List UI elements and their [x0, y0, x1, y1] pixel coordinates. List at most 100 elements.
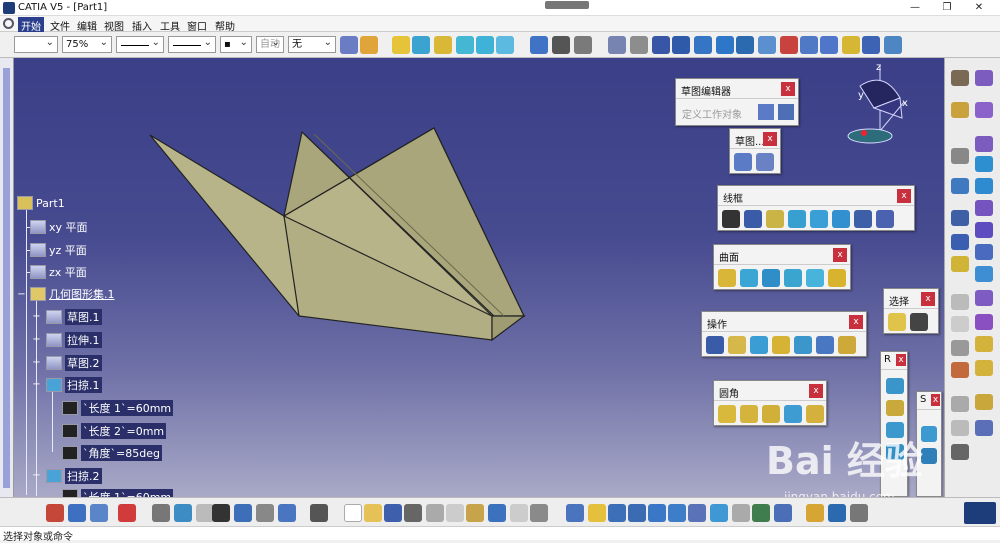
analysis-icon[interactable]	[951, 396, 969, 412]
spline-icon[interactable]	[876, 210, 894, 228]
close-icon[interactable]: x	[896, 354, 906, 366]
tree-sweep-2[interactable]: 扫掠.2	[46, 468, 102, 484]
ruler-icon[interactable]	[951, 420, 969, 436]
curve-icon[interactable]	[886, 378, 904, 394]
camera-icon[interactable]	[951, 444, 969, 460]
minimize-button[interactable]: —	[900, 0, 930, 16]
hide-show-icon[interactable]	[732, 504, 750, 522]
collapse-icon[interactable]: −	[32, 380, 41, 390]
close-icon[interactable]: x	[781, 82, 795, 96]
section-icon[interactable]	[736, 36, 754, 54]
sketch-pos-icon[interactable]	[756, 153, 774, 171]
save-icon[interactable]	[384, 504, 402, 522]
app-gear-icon[interactable]	[3, 18, 14, 29]
fillet-icon[interactable]	[951, 102, 969, 118]
offset-icon[interactable]	[434, 36, 452, 54]
render-style-combo[interactable]: 无	[288, 35, 336, 53]
loft-icon[interactable]	[806, 269, 824, 287]
abc-icon[interactable]	[951, 294, 969, 310]
intersection-icon[interactable]	[810, 210, 828, 228]
tree-plane-zx[interactable]: zx 平面	[30, 264, 87, 280]
fill-icon[interactable]	[392, 36, 410, 54]
tree-plane-xy[interactable]: xy 平面	[30, 219, 88, 235]
sweep-icon[interactable]	[762, 269, 780, 287]
new-icon[interactable]	[344, 504, 362, 522]
hide-icon[interactable]	[118, 504, 136, 522]
layer-combo[interactable]: 自动	[256, 35, 284, 53]
measure-icon[interactable]	[951, 340, 969, 356]
projection-icon[interactable]	[788, 210, 806, 228]
variable-fillet-icon[interactable]	[740, 405, 758, 423]
tritangent-icon[interactable]	[784, 405, 802, 423]
close-icon[interactable]: x	[833, 248, 847, 262]
painter-icon[interactable]	[340, 36, 358, 54]
measure-icon[interactable]	[530, 36, 548, 54]
sketcher-icon[interactable]	[951, 70, 969, 86]
brush-icon[interactable]	[360, 36, 378, 54]
list-icon[interactable]	[234, 504, 252, 522]
loft-icon[interactable]	[975, 244, 993, 260]
catalog-icon[interactable]	[862, 36, 880, 54]
groove-icon[interactable]	[975, 136, 993, 152]
transform-icon[interactable]	[816, 336, 834, 354]
formula-icon[interactable]	[951, 256, 969, 272]
box-icon[interactable]	[921, 426, 937, 442]
material-icon[interactable]	[951, 362, 969, 378]
tree-plane-yz[interactable]: yz 平面	[30, 242, 87, 258]
rib-icon[interactable]	[975, 178, 993, 194]
mirror-icon[interactable]	[975, 394, 993, 410]
close-icon[interactable]: x	[809, 384, 823, 398]
points-icon[interactable]	[672, 36, 690, 54]
close-icon[interactable]: x	[897, 189, 911, 203]
constraint-icon[interactable]	[780, 36, 798, 54]
scroll-thumb[interactable]	[3, 68, 10, 488]
normal-view-icon[interactable]	[688, 504, 706, 522]
shell-icon[interactable]	[975, 336, 993, 352]
box-icon[interactable]	[496, 36, 514, 54]
paste-icon[interactable]	[466, 504, 484, 522]
expand-icon[interactable]: +	[32, 358, 41, 368]
tree-sketch-2[interactable]: 草图.2	[46, 355, 102, 371]
plane-icon[interactable]	[716, 36, 734, 54]
expand-icon[interactable]: +	[32, 335, 41, 345]
select-arrow-icon[interactable]	[888, 313, 906, 331]
surface-icon[interactable]	[886, 400, 904, 416]
zoom-out-icon[interactable]	[668, 504, 686, 522]
work-object-option[interactable]: 定义工作对象	[682, 106, 742, 121]
rotate-icon[interactable]	[608, 36, 626, 54]
blend-icon[interactable]	[456, 36, 474, 54]
snap-icon[interactable]	[758, 36, 776, 54]
compass-widget[interactable]	[847, 66, 905, 144]
trim-icon[interactable]	[750, 336, 768, 354]
tree-param-length2[interactable]: `长度 2`=0mm	[62, 423, 167, 439]
close-button[interactable]: ✕	[964, 0, 994, 16]
offset-icon[interactable]	[832, 210, 850, 228]
sweep-icon[interactable]	[412, 36, 430, 54]
annotation-icon[interactable]	[951, 316, 969, 332]
stiffener-icon[interactable]	[975, 222, 993, 238]
fillet-icon[interactable]	[794, 336, 812, 354]
grid-icon[interactable]	[694, 36, 712, 54]
join-icon[interactable]	[706, 336, 724, 354]
tree-root[interactable]: Part1	[17, 196, 65, 210]
close-icon[interactable]: x	[931, 394, 940, 406]
hole-icon[interactable]	[975, 156, 993, 172]
collapse-icon[interactable]: −	[32, 471, 41, 481]
plane-icon[interactable]	[766, 210, 784, 228]
knowledge-icon[interactable]	[278, 504, 296, 522]
open-icon[interactable]	[364, 504, 382, 522]
point-icon[interactable]	[722, 210, 740, 228]
pad-icon[interactable]	[975, 70, 993, 86]
redo-icon[interactable]	[510, 504, 528, 522]
collapse-icon[interactable]: −	[17, 290, 26, 300]
line-type-combo[interactable]	[168, 35, 216, 53]
material-icon[interactable]	[828, 504, 846, 522]
iso-view-icon[interactable]	[710, 504, 728, 522]
tree-param-angle[interactable]: `角度`=85deg	[62, 445, 162, 461]
close-icon[interactable]: x	[921, 292, 935, 306]
restore-button[interactable]: ❐	[932, 0, 962, 16]
swap-icon[interactable]	[774, 504, 792, 522]
close-icon[interactable]: x	[849, 315, 863, 329]
fit-all-icon[interactable]	[588, 504, 606, 522]
extrapolate-icon[interactable]	[838, 336, 856, 354]
